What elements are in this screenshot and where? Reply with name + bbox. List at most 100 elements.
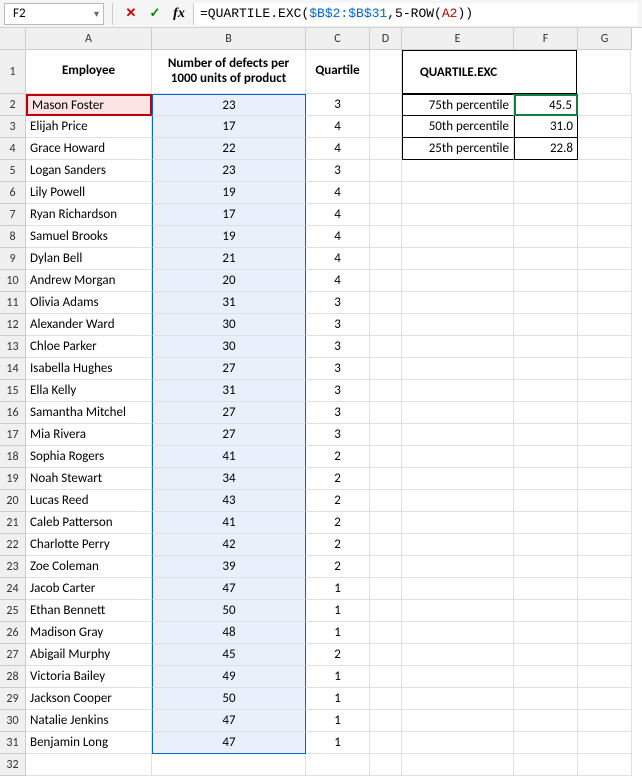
cell-D11[interactable] xyxy=(370,292,402,314)
cell-C28[interactable]: 1 xyxy=(306,666,370,688)
cell-F12[interactable] xyxy=(514,314,578,336)
cell-F25[interactable] xyxy=(514,600,578,622)
cell-A12[interactable]: Alexander Ward xyxy=(26,314,152,336)
cell-F24[interactable] xyxy=(514,578,578,600)
cell-C4[interactable]: 4 xyxy=(306,138,370,160)
cell-F28[interactable] xyxy=(514,666,578,688)
row-header-2[interactable]: 2 xyxy=(0,94,26,116)
row-header-16[interactable]: 16 xyxy=(0,402,26,424)
cell-A32[interactable] xyxy=(26,754,152,776)
cell-F18[interactable] xyxy=(514,446,578,468)
cell-A4[interactable]: Grace Howard xyxy=(26,138,152,160)
cell-B14[interactable]: 27 xyxy=(152,358,306,380)
cell-B3[interactable]: 17 xyxy=(152,116,306,138)
row-header-4[interactable]: 4 xyxy=(0,138,26,160)
cell-C17[interactable]: 3 xyxy=(306,424,370,446)
cell-C20[interactable]: 2 xyxy=(306,490,370,512)
cell-E25[interactable] xyxy=(402,600,514,622)
cell-D19[interactable] xyxy=(370,468,402,490)
cell-F6[interactable] xyxy=(514,182,578,204)
cell-B22[interactable]: 42 xyxy=(152,534,306,556)
cell-B17[interactable]: 27 xyxy=(152,424,306,446)
cell-G21[interactable] xyxy=(578,512,632,534)
cell-D16[interactable] xyxy=(370,402,402,424)
cell-D7[interactable] xyxy=(370,204,402,226)
cell-F2[interactable]: 45.5 xyxy=(514,94,578,116)
col-header-C[interactable]: C xyxy=(306,28,370,50)
cell-G6[interactable] xyxy=(578,182,632,204)
cell-A14[interactable]: Isabella Hughes xyxy=(26,358,152,380)
cell-G14[interactable] xyxy=(578,358,632,380)
cell-C29[interactable]: 1 xyxy=(306,688,370,710)
col-header-D[interactable]: D xyxy=(370,28,402,50)
cell-E19[interactable] xyxy=(402,468,514,490)
cell-E32[interactable] xyxy=(402,754,514,776)
cell-C15[interactable]: 3 xyxy=(306,380,370,402)
cell-D6[interactable] xyxy=(370,182,402,204)
cell-F16[interactable] xyxy=(514,402,578,424)
cell-G1[interactable] xyxy=(577,50,631,94)
cell-F27[interactable] xyxy=(514,644,578,666)
cell-D20[interactable] xyxy=(370,490,402,512)
cell-D23[interactable] xyxy=(370,556,402,578)
cell-C32[interactable] xyxy=(306,754,370,776)
cell-E29[interactable] xyxy=(402,688,514,710)
row-header-19[interactable]: 19 xyxy=(0,468,26,490)
cell-B32[interactable] xyxy=(152,754,306,776)
cell-B9[interactable]: 21 xyxy=(152,248,306,270)
row-header-20[interactable]: 20 xyxy=(0,490,26,512)
cell-B29[interactable]: 50 xyxy=(152,688,306,710)
row-header-3[interactable]: 3 xyxy=(0,116,26,138)
cell-D17[interactable] xyxy=(370,424,402,446)
cell-E24[interactable] xyxy=(402,578,514,600)
cell-G32[interactable] xyxy=(578,754,632,776)
col-header-A[interactable]: A xyxy=(26,28,152,50)
col-header-B[interactable]: B xyxy=(152,28,306,50)
cell-D14[interactable] xyxy=(370,358,402,380)
cell-G16[interactable] xyxy=(578,402,632,424)
chevron-down-icon[interactable]: ▾ xyxy=(94,7,99,20)
cell-B15[interactable]: 31 xyxy=(152,380,306,402)
cell-G7[interactable] xyxy=(578,204,632,226)
cell-G28[interactable] xyxy=(578,666,632,688)
formula-input[interactable]: =QUARTILE.EXC($B$2:$B$31,5-ROW(A2)) xyxy=(193,3,638,25)
cell-D5[interactable] xyxy=(370,160,402,182)
cell-D18[interactable] xyxy=(370,446,402,468)
cell-G27[interactable] xyxy=(578,644,632,666)
row-header-25[interactable]: 25 xyxy=(0,600,26,622)
cell-G19[interactable] xyxy=(578,468,632,490)
cell-B7[interactable]: 17 xyxy=(152,204,306,226)
cell-G17[interactable] xyxy=(578,424,632,446)
cell-C26[interactable]: 1 xyxy=(306,622,370,644)
cell-B16[interactable]: 27 xyxy=(152,402,306,424)
cell-E27[interactable] xyxy=(402,644,514,666)
row-header-17[interactable]: 17 xyxy=(0,424,26,446)
cell-C25[interactable]: 1 xyxy=(306,600,370,622)
row-header-28[interactable]: 28 xyxy=(0,666,26,688)
cell-D2[interactable] xyxy=(370,94,402,116)
cell-B5[interactable]: 23 xyxy=(152,160,306,182)
cell-B11[interactable]: 31 xyxy=(152,292,306,314)
cell-C13[interactable]: 3 xyxy=(306,336,370,358)
row-header-11[interactable]: 11 xyxy=(0,292,26,314)
cell-E1[interactable]: QUARTILE.EXC xyxy=(402,50,514,94)
cell-F21[interactable] xyxy=(514,512,578,534)
cell-E13[interactable] xyxy=(402,336,514,358)
cell-C27[interactable]: 2 xyxy=(306,644,370,666)
cell-A9[interactable]: Dylan Bell xyxy=(26,248,152,270)
cell-B27[interactable]: 45 xyxy=(152,644,306,666)
row-header-15[interactable]: 15 xyxy=(0,380,26,402)
cell-G20[interactable] xyxy=(578,490,632,512)
cell-G29[interactable] xyxy=(578,688,632,710)
cell-F19[interactable] xyxy=(514,468,578,490)
cell-C16[interactable]: 3 xyxy=(306,402,370,424)
cell-E15[interactable] xyxy=(402,380,514,402)
row-header-24[interactable]: 24 xyxy=(0,578,26,600)
cell-A19[interactable]: Noah Stewart xyxy=(26,468,152,490)
col-header-F[interactable]: F xyxy=(514,28,578,50)
cell-A2[interactable]: Mason Foster xyxy=(26,94,152,116)
cell-B31[interactable]: 47 xyxy=(152,732,306,754)
cell-A7[interactable]: Ryan Richardson xyxy=(26,204,152,226)
cell-G4[interactable] xyxy=(578,138,632,160)
cell-F15[interactable] xyxy=(514,380,578,402)
